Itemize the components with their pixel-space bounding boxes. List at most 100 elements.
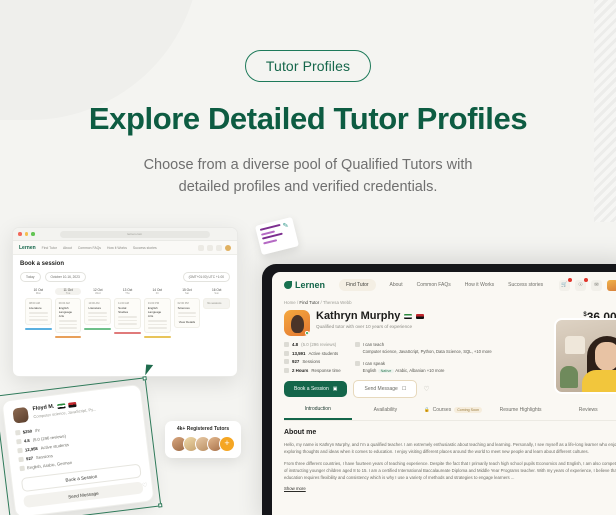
laptop-nav-find-tutor[interactable]: Find Tutor — [42, 246, 57, 250]
profile-tabs: Introduction Availability 🔒 Courses Comi… — [284, 406, 616, 421]
tab-courses[interactable]: 🔒 Courses Coming Soon — [419, 406, 487, 420]
laptop-nav-about[interactable]: About — [63, 246, 72, 250]
tutor-name-row: Kathryn Murphy — [316, 310, 425, 322]
floating-tutor-card-wrapper: Floyd M. Computer science, JavaScript, P… — [0, 364, 163, 515]
cart-icon[interactable] — [198, 244, 204, 251]
stat-value: 2 Hours — [292, 367, 309, 373]
date-range-picker[interactable]: October 10-16, 2023 — [44, 272, 86, 282]
nav-item-how-it-works[interactable]: How it Works — [465, 282, 494, 288]
calendar-column: 02:00 PM Sciences View Details — [173, 298, 201, 338]
calendar-day[interactable]: 14 Oct Fri — [144, 288, 171, 295]
star-icon — [284, 342, 289, 347]
mail-icon[interactable]: ✉ — [591, 279, 602, 291]
heart-icon[interactable]: ♡ — [423, 385, 429, 393]
language-primary: English — [362, 367, 377, 373]
teach-label: I can teach — [362, 342, 385, 347]
selection-outline — [0, 376, 163, 515]
teach-block: I can teach Computer science, JavaScript… — [354, 342, 492, 354]
bell-icon[interactable] — [207, 244, 213, 251]
send-message-button[interactable]: Send Message ☐ — [353, 379, 418, 398]
more-tutors-button[interactable]: + — [219, 436, 235, 452]
tutor-avatar-stack: + — [171, 436, 235, 452]
chat-icon: ☐ — [401, 385, 407, 392]
calendar-controls: Today October 10-16, 2023 (GMT+01:00) UT… — [20, 272, 230, 282]
nav-item-about[interactable]: About — [390, 282, 403, 288]
book-session-button[interactable]: Book a Session ▣ — [284, 380, 348, 397]
about-paragraph-2: From three different countries, I have f… — [284, 460, 616, 480]
language-others: Arabic, Albanian +10 more — [395, 367, 445, 373]
tab-introduction[interactable]: Introduction — [284, 406, 352, 420]
online-status-dot — [305, 331, 309, 335]
day-name: Sat — [185, 292, 189, 295]
stat-rating: 4.8 (5.0 (296 reviews) — [284, 342, 341, 347]
stat-students: 13,591 Active students — [284, 350, 341, 356]
view-details-link[interactable]: View Details — [178, 320, 197, 324]
calendar-day[interactable]: 16 Oct Sun — [203, 288, 230, 295]
tab-reviews[interactable]: Reviews — [554, 406, 616, 420]
users-icon — [284, 350, 289, 356]
book-session-label: Book a Session — [294, 385, 329, 392]
tutor-tagline: Qualified tutor with over 10 years of ex… — [316, 324, 413, 329]
site-logo[interactable]: Lernen — [284, 280, 325, 290]
book-icon — [354, 342, 360, 347]
nav-item-success-stories[interactable]: Success stories — [508, 282, 543, 288]
session-slot[interactable]: 09:00 AM English Language Arts — [54, 298, 82, 333]
day-name: Thu — [125, 292, 130, 295]
nav-item-find-tutor[interactable]: Find Tutor — [339, 279, 376, 291]
tab-availability[interactable]: Availability — [352, 406, 420, 420]
laptop-nav-faqs[interactable]: Common FAQs — [78, 246, 101, 250]
stat-response-time: 2 Hours Response time — [284, 367, 341, 373]
window-minimize-dot[interactable] — [24, 232, 28, 236]
calendar-day[interactable]: 15 Oct Sat — [174, 288, 201, 295]
session-slot[interactable]: 10:00 AM Literature — [84, 298, 112, 325]
calendar-day[interactable]: 12 Oct Wed — [84, 288, 111, 295]
calendar-day[interactable]: 11 Oct Tue — [54, 288, 82, 295]
stat-text: Sessions — [302, 359, 321, 364]
teach-subjects: Computer science, JavaScript, Python, Da… — [362, 349, 492, 354]
calendar-day[interactable]: 13 Oct Thu — [114, 288, 141, 295]
session-slot[interactable]: 11:00 AM Social Studies — [114, 298, 141, 329]
avatar[interactable] — [607, 279, 616, 291]
tutor-video-thumbnail[interactable] — [554, 318, 616, 394]
stat-text: Response time — [311, 367, 341, 373]
laptop-nav-success-stories[interactable]: Success stories — [133, 246, 157, 250]
speak-label: I can speak — [362, 360, 386, 366]
registered-tutors-widget: 4k+ Registered Tutors + — [165, 421, 241, 458]
tab-label: Resume Highlights — [499, 406, 542, 413]
tutor-avatar[interactable] — [284, 310, 310, 336]
window-maximize-dot[interactable] — [31, 232, 35, 236]
avatar[interactable] — [225, 244, 231, 251]
window-close-dot[interactable] — [18, 232, 22, 236]
today-button[interactable]: Today — [20, 272, 41, 282]
stat-sessions: 927 Sessions — [284, 359, 341, 364]
show-more-link[interactable]: Show more — [284, 486, 616, 491]
cart-icon[interactable]: 🛒 — [559, 277, 572, 291]
mail-icon[interactable] — [216, 244, 222, 251]
session-slot[interactable]: 08:00 AM Literature — [25, 298, 52, 325]
resize-handle-top-right[interactable] — [142, 376, 147, 381]
bell-icon[interactable]: ☉ — [575, 277, 588, 291]
session-slot[interactable]: 01:00 PM English Language Arts — [143, 298, 171, 333]
calendar-day[interactable]: 10 Oct Mon — [25, 288, 52, 295]
about-heading: About me — [284, 428, 317, 436]
browser-chrome: lernen.com — [13, 228, 237, 241]
tab-resume-highlights[interactable]: Resume Highlights — [487, 406, 555, 420]
address-bar[interactable]: lernen.com — [59, 230, 210, 238]
tutor-name: Kathryn Murphy — [316, 310, 401, 322]
stat-value: 4.8 — [292, 342, 299, 347]
lock-icon: 🔒 — [423, 406, 430, 412]
navbar-actions: 🛒 ☉ ✉ — [559, 277, 616, 291]
session-slot[interactable]: 02:00 PM Sciences View Details — [173, 298, 201, 329]
profile-identity: Kathryn Murphy Qualified tutor with over… — [316, 310, 425, 336]
tab-label: Courses — [432, 406, 452, 413]
laptop-nav-how-it-works[interactable]: How it Works — [107, 246, 127, 250]
laptop-logo[interactable]: Lernen — [19, 245, 36, 251]
slot-time: 11:00 AM — [118, 302, 129, 305]
timezone-select[interactable]: (GMT+01:00) UTC +1:00 — [182, 272, 230, 282]
calendar-day-header: 10 Oct Mon 11 Oct Tue 12 Oct Wed 13 Oct … — [20, 288, 230, 295]
slot-subject: English Language Arts — [58, 306, 73, 318]
resize-handle-bottom-right[interactable] — [158, 503, 163, 508]
empty-slot: No sessions — [203, 298, 231, 309]
nav-item-common-faqs[interactable]: Common FAQs — [417, 282, 451, 288]
calendar-column: 08:00 AM Literature — [25, 298, 52, 338]
